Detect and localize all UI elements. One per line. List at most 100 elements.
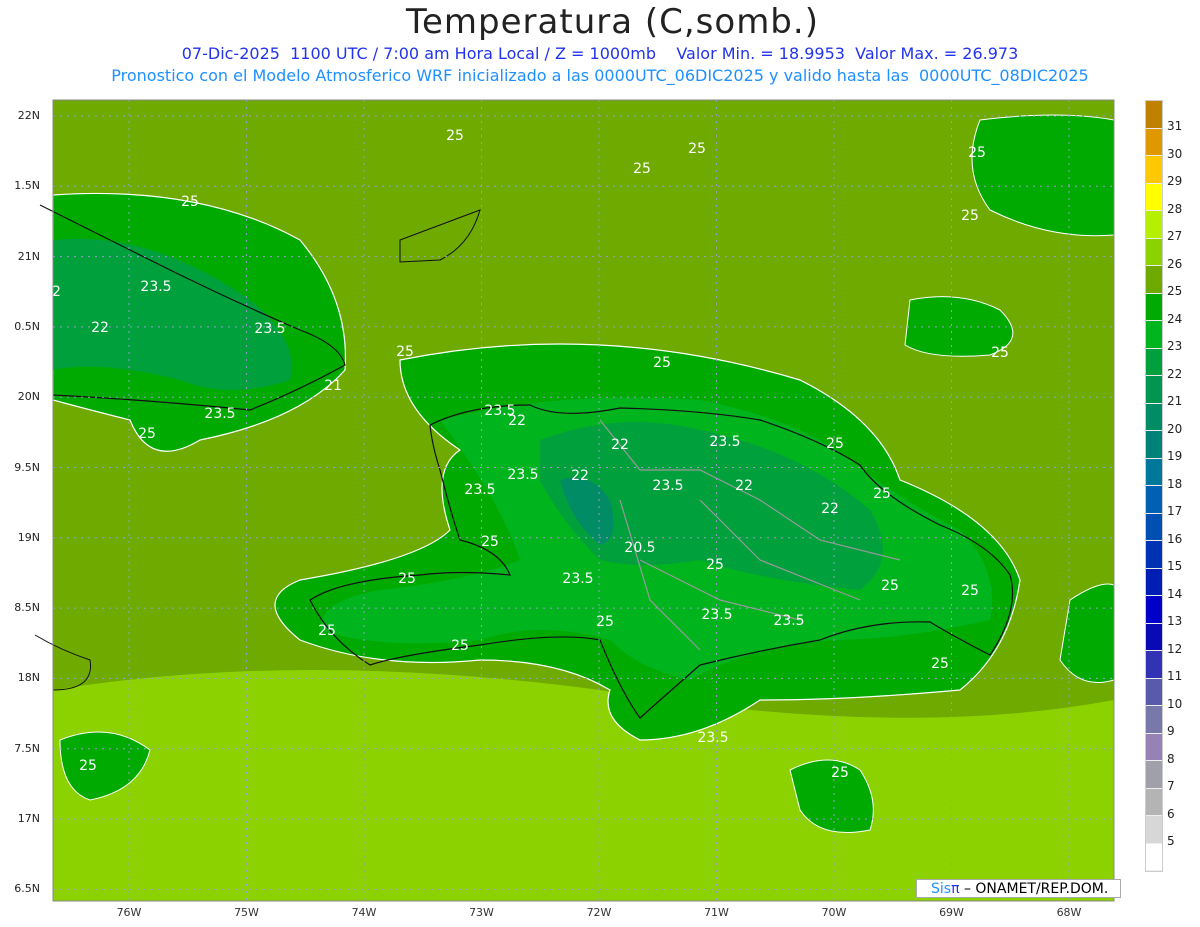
lat-label: 19N xyxy=(17,530,40,544)
contour-label: 25 xyxy=(181,194,199,210)
lat-label: 22N xyxy=(17,109,40,122)
sispi-onamet-logo: Sisπ – ONAMET/REP.DOM. xyxy=(916,879,1121,898)
contour-label: 25 xyxy=(596,614,614,630)
colorbar-label: 9 xyxy=(1167,724,1175,738)
contour-label: 23.5 xyxy=(701,607,732,623)
colorbar-swatch xyxy=(1146,238,1162,266)
colorbar-swatch xyxy=(1146,458,1162,486)
colorbar-label: 26 xyxy=(1167,256,1183,271)
contour-label: 22 xyxy=(43,284,61,300)
contour-label: 25 xyxy=(931,656,949,672)
lon-label: 71W xyxy=(704,906,729,919)
colorbar-swatch xyxy=(1146,541,1162,569)
contour-label: 22 xyxy=(508,413,526,429)
colorbar-swatch xyxy=(1146,623,1162,651)
colorbar-label: 27 xyxy=(1167,229,1183,243)
colorbar-label: 17 xyxy=(1167,504,1183,518)
lat-label: 1.5N xyxy=(14,179,40,193)
contour-label: 25 xyxy=(968,145,986,161)
contour-label: 25 xyxy=(831,765,849,781)
contour-label: 25 xyxy=(961,208,979,224)
colorbar-swatch xyxy=(1146,156,1162,184)
colorbar-swatch xyxy=(1146,431,1162,459)
colorbar-label: 29 xyxy=(1167,174,1183,188)
colorbar-label: 23 xyxy=(1167,339,1183,353)
colorbar-swatch xyxy=(1146,183,1162,211)
colorbar-swatch xyxy=(1146,403,1162,431)
temperature-map: 252525252522 23.522 23.525253.523.5252123.… xyxy=(29,99,1115,902)
lon-label: 72W xyxy=(586,906,612,919)
contour-label: 25 xyxy=(873,486,891,502)
contour-label: 23.5 xyxy=(697,730,728,746)
lat-label: 8.5N xyxy=(14,601,40,615)
contour-label: 22 xyxy=(735,478,753,494)
lat-label: 20N xyxy=(17,390,40,404)
contour-label: 23.5 xyxy=(709,434,740,450)
contour-label: 23.5 xyxy=(204,406,235,422)
colorbar-label: 22 xyxy=(1167,366,1183,381)
colorbar-label: 15 xyxy=(1167,559,1183,573)
colorbar-label: 14 xyxy=(1167,586,1183,601)
colorbar-label: 20 xyxy=(1167,421,1183,436)
contour-label: 23.5 xyxy=(773,613,804,629)
colorbar-label: 11 xyxy=(1167,669,1183,683)
colorbar-swatch xyxy=(1146,568,1162,596)
colorbar-swatch xyxy=(1146,513,1162,541)
colorbar-label: 5 xyxy=(1167,834,1175,848)
lon-label: 74W xyxy=(351,906,377,919)
lon-label: 68W xyxy=(1056,906,1082,919)
colorbar-swatch xyxy=(1146,486,1162,514)
contour-label: 23.5 xyxy=(140,279,171,295)
lat-label: 7.5N xyxy=(14,741,40,755)
colorbar-label: 18 xyxy=(1167,476,1183,491)
colorbar-swatch xyxy=(1146,348,1162,376)
colorbar-swatch xyxy=(1146,678,1162,706)
colorbar-swatch xyxy=(1146,816,1162,844)
colorbar-swatch xyxy=(1146,128,1162,156)
contour-label: 23.5 xyxy=(464,482,495,498)
contour-label: 25 xyxy=(396,344,414,360)
colorbar-swatch xyxy=(1146,101,1162,129)
colorbar-swatch xyxy=(1146,293,1162,321)
contour-label: 25 xyxy=(826,436,844,452)
contour-label: 25 xyxy=(653,355,671,371)
colorbar-label: 31 xyxy=(1167,119,1183,133)
colorbar xyxy=(1145,100,1163,872)
contour-label: 23.5 xyxy=(507,467,538,483)
colorbar-label: 6 xyxy=(1167,806,1175,821)
colorbar-swatch xyxy=(1146,706,1162,734)
colorbar-swatch xyxy=(1146,211,1162,239)
contour-label: 25 xyxy=(706,557,724,573)
colorbar-swatch xyxy=(1146,321,1162,349)
colorbar-swatch xyxy=(1146,733,1162,761)
lon-label: 75W xyxy=(234,906,259,919)
logo-sis: Sis xyxy=(931,881,952,897)
contour-label: 22 xyxy=(611,437,629,453)
colorbar-label: 30 xyxy=(1167,146,1183,161)
lat-label: 0.5N xyxy=(14,319,40,333)
contour-label: 25 xyxy=(633,161,651,177)
logo-pi: π xyxy=(951,881,960,897)
colorbar-label: 19 xyxy=(1167,449,1183,463)
contour-label: 23.5 xyxy=(562,571,593,587)
colorbar-label: 8 xyxy=(1167,751,1175,766)
colorbar-label: 28 xyxy=(1167,201,1183,216)
contour-label: 21 xyxy=(324,378,342,394)
lat-label: 21N xyxy=(17,249,40,263)
colorbar-label: 12 xyxy=(1167,641,1183,656)
lon-label: 69W xyxy=(939,906,964,919)
colorbar-swatch xyxy=(1146,651,1162,679)
lat-label: 9.5N xyxy=(14,460,40,474)
colorbar-swatch xyxy=(1146,843,1162,871)
contour-label: 25 xyxy=(961,583,979,599)
lon-label: 76W xyxy=(116,906,142,919)
lon-label: 70W xyxy=(821,906,847,919)
lat-label: 6.5N xyxy=(14,882,40,896)
contour-label: 25 xyxy=(398,571,416,587)
contour-label: 23.5 xyxy=(254,321,285,337)
contour-label: 25 xyxy=(991,345,1009,361)
colorbar-label: 16 xyxy=(1167,531,1183,546)
contour-label: 25 xyxy=(318,623,336,639)
contour-label: 25 xyxy=(881,578,899,594)
colorbar-swatch xyxy=(1146,596,1162,624)
